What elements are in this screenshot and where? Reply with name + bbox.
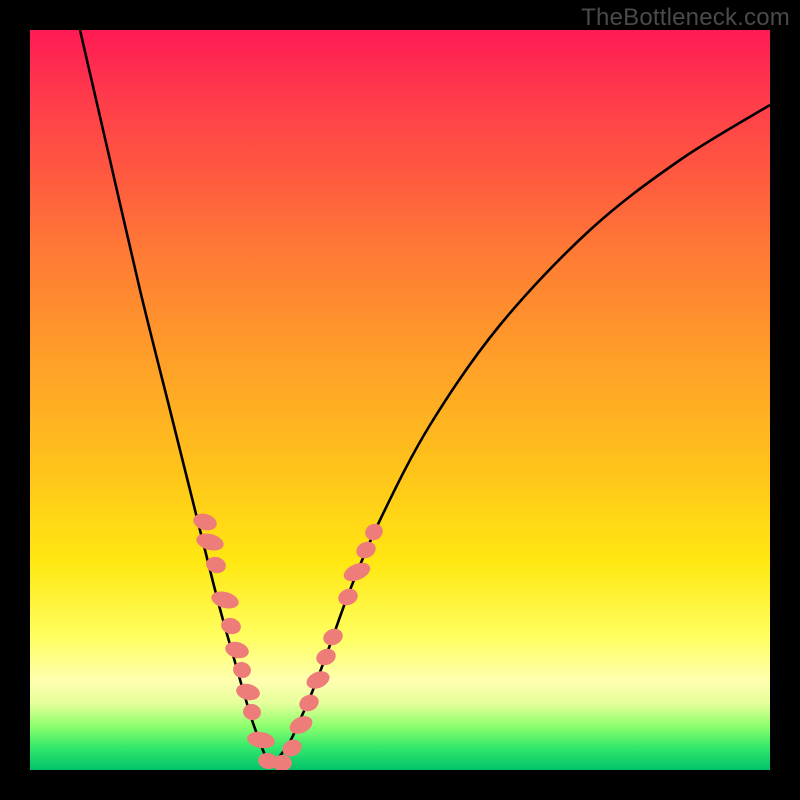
data-marker — [235, 682, 262, 703]
plot-area — [30, 30, 770, 770]
curve-layer — [30, 30, 770, 770]
data-marker — [314, 646, 339, 668]
data-marker — [194, 531, 225, 554]
data-marker — [223, 639, 250, 660]
data-marker — [362, 521, 385, 543]
data-marker — [242, 702, 263, 721]
curve-bottleneck-right — [270, 105, 770, 768]
data-marker — [341, 559, 373, 585]
data-marker — [321, 626, 346, 648]
data-marker — [336, 586, 361, 608]
data-marker — [209, 589, 240, 612]
data-marker — [246, 730, 276, 751]
data-marker — [297, 692, 322, 715]
data-marker — [304, 668, 332, 692]
watermark-text: TheBottleneck.com — [581, 4, 790, 32]
data-marker — [354, 539, 379, 562]
chart-frame: TheBottleneck.com — [0, 0, 800, 800]
